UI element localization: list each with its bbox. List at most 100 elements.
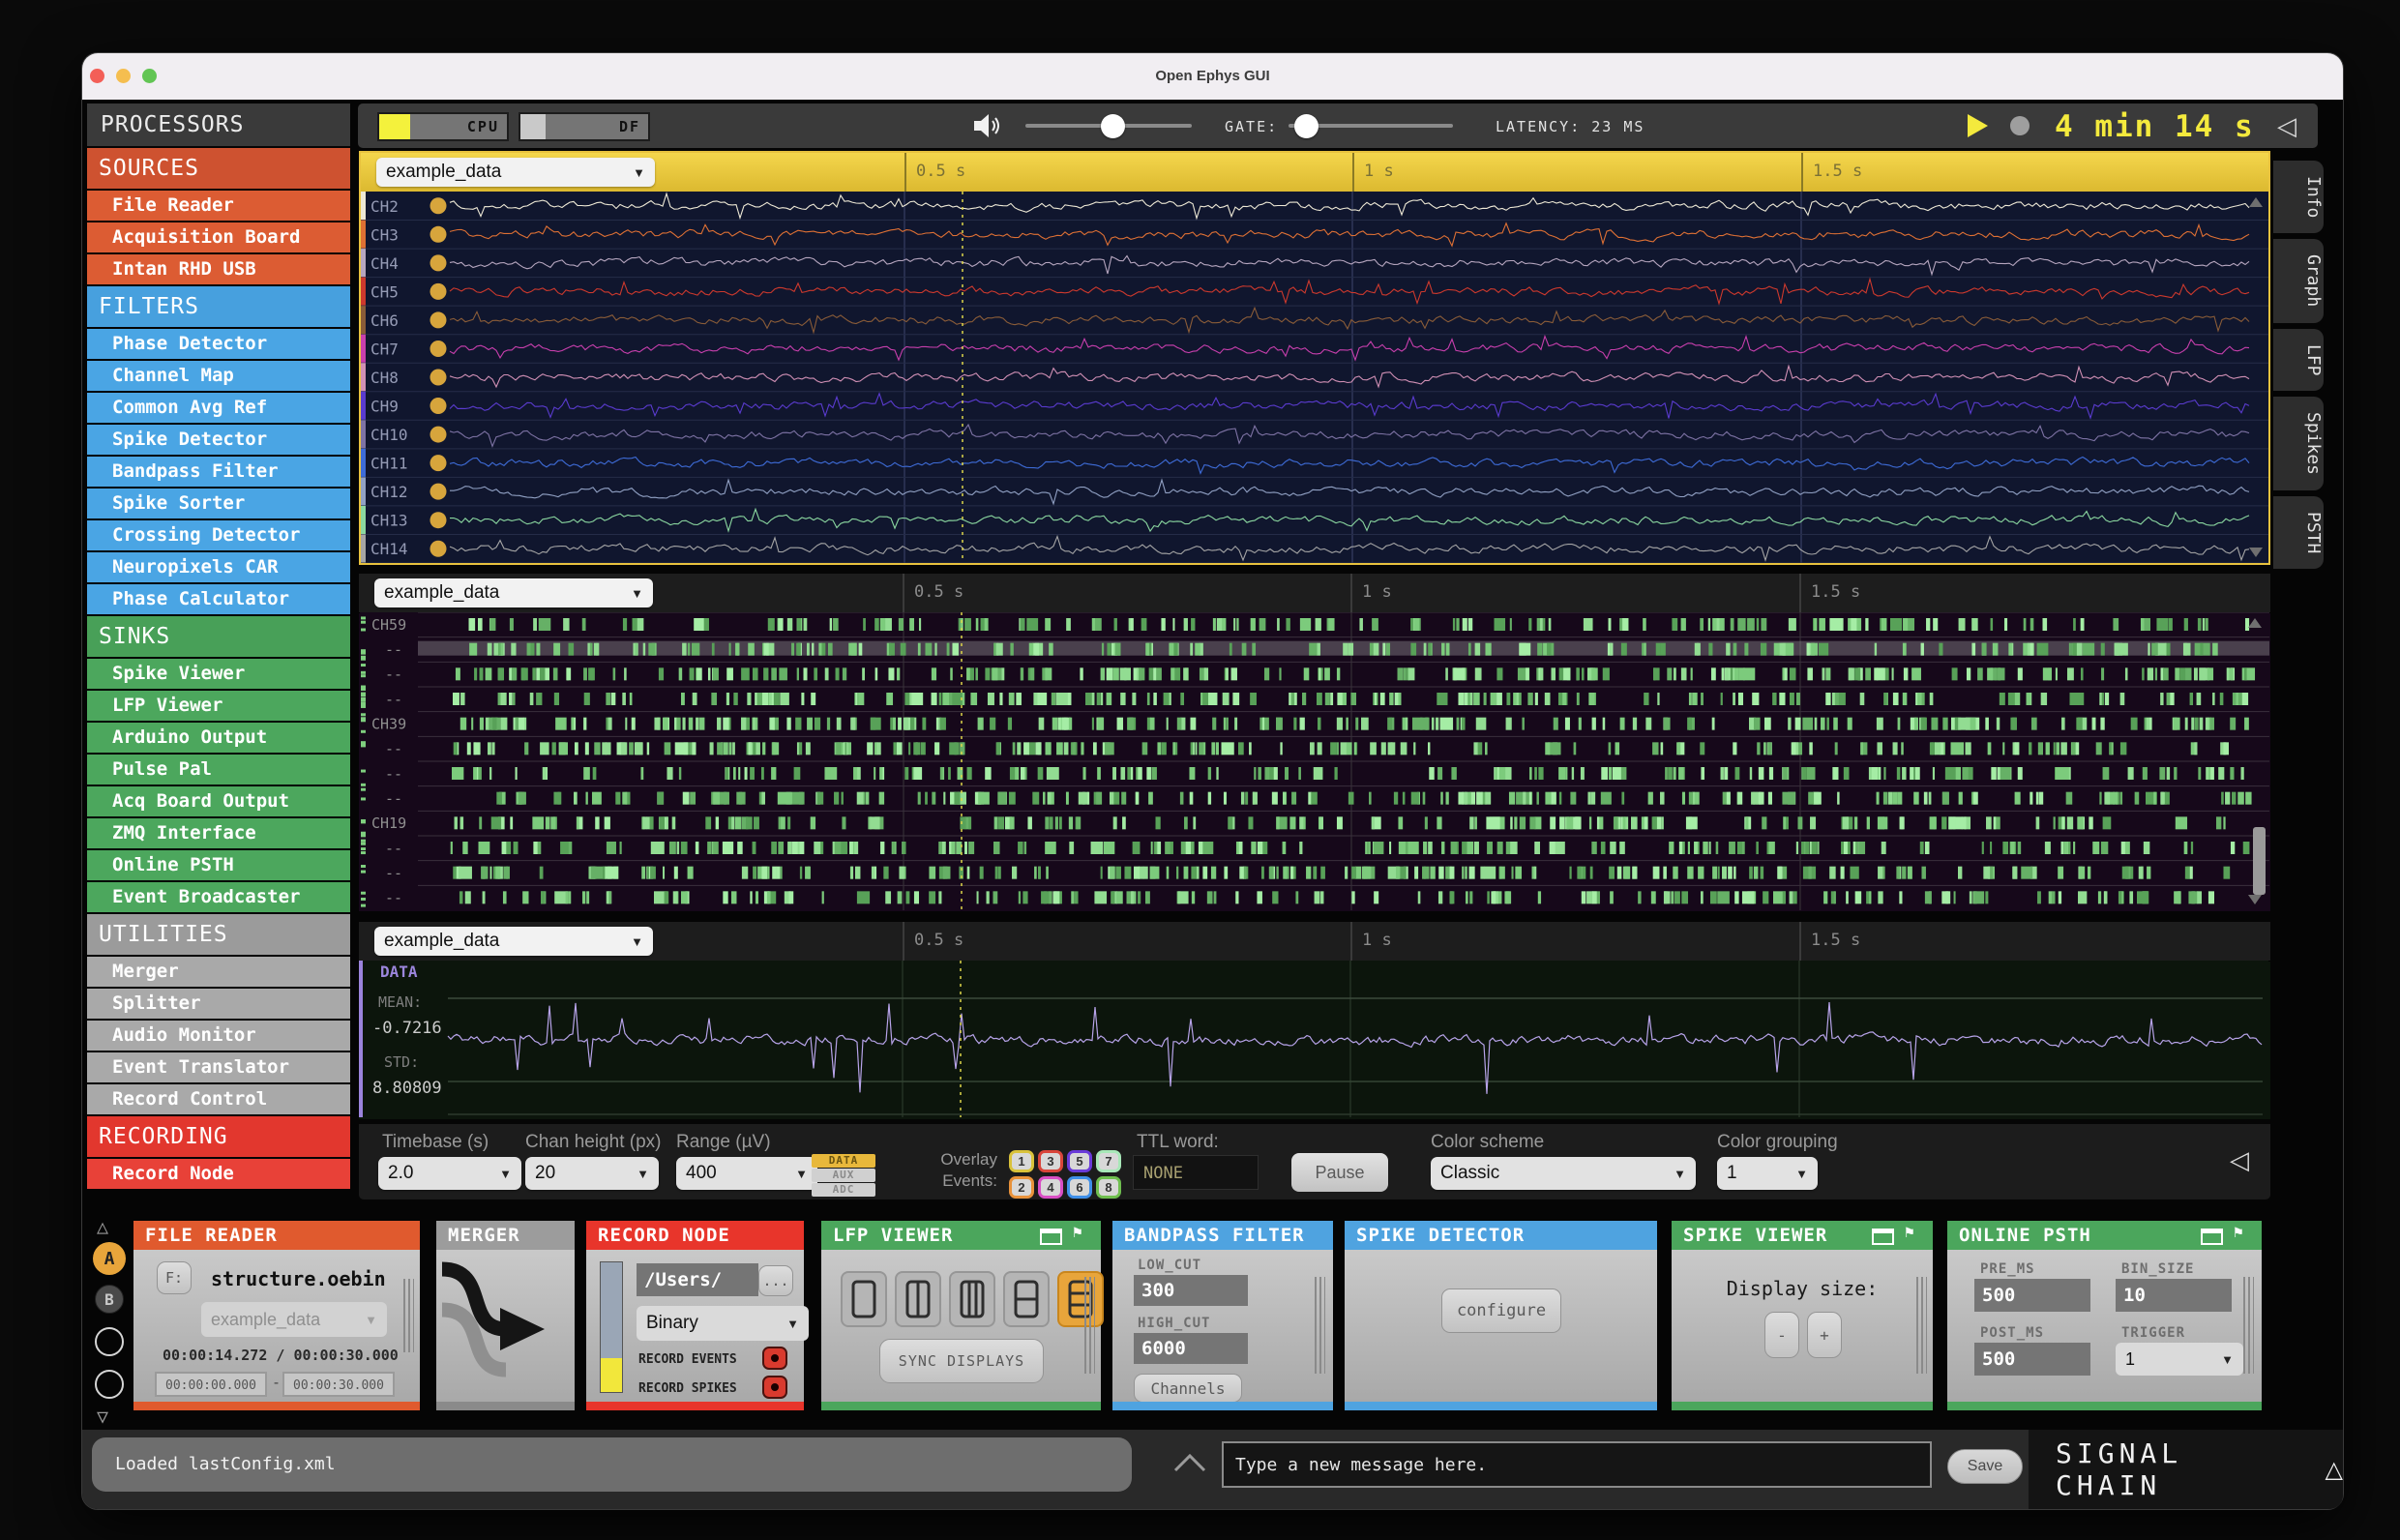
processor-item-bandpass-filter[interactable]: Bandpass Filter [87,457,350,487]
viewer-tab-info[interactable]: Info [2273,161,2324,234]
post-ms-field[interactable]: 500 [1974,1343,2090,1376]
merger-module[interactable]: MERGER [436,1221,575,1410]
audio-monitor-dot[interactable] [430,311,447,329]
processor-item-acq-board-output[interactable]: Acq Board Output [87,786,350,816]
popout-window-icon[interactable] [2201,1229,2223,1245]
trigger-dropdown[interactable]: 1 ▼ [2116,1343,2243,1376]
processor-item-merger[interactable]: Merger [87,957,350,987]
chan-height-dropdown[interactable]: 20 ▼ [525,1157,659,1190]
spike-detector-module[interactable]: SPIKE DETECTOR configure [1345,1221,1657,1410]
scrollbar-thumb[interactable] [2253,827,2266,895]
layout-button-h3[interactable] [1057,1271,1104,1327]
overlay-event-button-5[interactable]: 5 [1067,1150,1092,1172]
bandpass-filter-module[interactable]: BANDPASS FILTER LOW_CUT 300 HIGH_CUT 600… [1112,1221,1333,1410]
processor-item-splitter[interactable]: Splitter [87,989,350,1019]
viewer-tab-psth[interactable]: PSTH [2273,496,2324,570]
audio-monitor-dot[interactable] [430,340,447,357]
processor-item-arduino-output[interactable]: Arduino Output [87,723,350,753]
chain-down-icon[interactable]: ▽ [97,1405,108,1428]
volume-slider-thumb[interactable] [1101,114,1125,138]
signal-chain-tab-empty[interactable] [95,1327,124,1356]
channels-button[interactable]: Channels [1134,1374,1242,1403]
high-cut-field[interactable]: 6000 [1134,1333,1248,1364]
processor-item-phase-calculator[interactable]: Phase Calculator [87,584,350,614]
popout-window-icon[interactable] [1872,1229,1894,1245]
signal-type-button-aux[interactable]: AUX [812,1169,875,1182]
processor-item-record-control[interactable]: Record Control [87,1084,350,1114]
processor-item-channel-map[interactable]: Channel Map [87,361,350,391]
processor-item-spike-viewer[interactable]: Spike Viewer [87,659,350,689]
audio-monitor-dot[interactable] [430,540,447,557]
signal-chain-tab-a[interactable]: A [93,1242,126,1275]
audio-monitor-dot[interactable] [430,512,447,529]
bin-size-field[interactable]: 10 [2116,1279,2232,1312]
processor-item-phase-detector[interactable]: Phase Detector [87,329,350,359]
message-input[interactable] [1222,1441,1932,1488]
file-reader-module[interactable]: FILE READER F: structure.oebin example_d… [133,1221,420,1410]
overlay-event-button-3[interactable]: 3 [1038,1150,1063,1172]
overlay-event-button-6[interactable]: 6 [1067,1176,1092,1199]
module-drag-handle[interactable] [403,1279,414,1352]
display-size-minus-button[interactable]: - [1764,1312,1799,1358]
range-start-field[interactable]: 00:00:00.000 [155,1372,267,1397]
stream-select-dropdown[interactable]: example_data ▼ [376,158,655,187]
overlay-event-button-1[interactable]: 1 [1009,1150,1034,1172]
processor-item-crossing-detector[interactable]: Crossing Detector [87,520,350,550]
processor-item-audio-monitor[interactable]: Audio Monitor [87,1021,350,1051]
gate-slider-thumb[interactable] [1294,114,1319,138]
pin-tab-icon[interactable]: ⚑ [2232,1225,2244,1241]
overlay-event-button-8[interactable]: 8 [1096,1176,1121,1199]
module-drag-handle[interactable] [2243,1277,2254,1374]
pre-ms-field[interactable]: 500 [1974,1279,2090,1312]
dataset-dropdown[interactable]: example_data ▼ [201,1302,387,1337]
processor-item-online-psth[interactable]: Online PSTH [87,850,350,880]
timebase-dropdown[interactable]: 2.0 ▼ [378,1157,521,1190]
stream-select-dropdown[interactable]: example_data ▼ [374,927,653,956]
sync-displays-button[interactable]: SYNC DISPLAYS [879,1339,1044,1383]
collapse-left-icon[interactable]: ◁ [2277,111,2296,141]
processor-item-pulse-pal[interactable]: Pulse Pal [87,755,350,785]
processor-item-spike-sorter[interactable]: Spike Sorter [87,489,350,518]
viewer-tab-spikes[interactable]: Spikes [2273,397,2324,491]
processor-item-acquisition-board[interactable]: Acquisition Board [87,222,350,252]
signal-chain-tab-b[interactable]: B [95,1285,124,1314]
audio-monitor-dot[interactable] [430,225,447,243]
online-psth-module[interactable]: ONLINE PSTH ⚑ PRE_MS 500 BIN_SIZE 10 POS… [1947,1221,2262,1410]
layout-button-v2[interactable] [895,1271,941,1327]
module-drag-handle[interactable] [1916,1277,1927,1374]
color-scheme-dropdown[interactable]: Classic ▼ [1431,1157,1696,1190]
lfp-viewer-module[interactable]: LFP VIEWER ⚑ SYNC DISPLAYS [821,1221,1104,1410]
stream-select-dropdown[interactable]: example_data ▼ [374,578,653,607]
collapse-left-icon[interactable]: ◁ [2230,1145,2249,1175]
spike-viewer-module[interactable]: SPIKE VIEWER ⚑ Display size: - + [1672,1221,1933,1410]
range-dropdown[interactable]: 400 ▼ [676,1157,817,1190]
chain-up-icon[interactable]: △ [97,1215,108,1238]
processor-item-neuropixels-car[interactable]: Neuropixels CAR [87,552,350,582]
audio-monitor-dot[interactable] [430,483,447,500]
signal-type-button-adc[interactable]: ADC [812,1183,875,1197]
record-spikes-toggle[interactable] [762,1376,787,1399]
pause-button[interactable]: Pause [1291,1153,1388,1192]
configure-button[interactable]: configure [1441,1288,1561,1333]
audio-monitor-dot[interactable] [430,282,447,300]
processor-item-intan-rhd-usb[interactable]: Intan RHD USB [87,254,350,284]
overlay-event-button-4[interactable]: 4 [1038,1176,1063,1199]
processor-item-event-broadcaster[interactable]: Event Broadcaster [87,882,350,912]
record-node-module[interactable]: RECORD NODE /Users/ ... Binary ▼ RECORD E… [586,1221,809,1410]
low-cut-field[interactable]: 300 [1134,1275,1248,1306]
processor-item-record-node[interactable]: Record Node [87,1159,350,1189]
display-size-plus-button[interactable]: + [1807,1312,1842,1358]
save-message-button[interactable]: Save [1947,1449,2023,1484]
range-end-field[interactable]: 00:00:30.000 [282,1372,395,1397]
signal-type-button-data[interactable]: DATA [812,1154,875,1168]
record-button[interactable] [2010,116,2030,135]
layout-button-single[interactable] [841,1271,887,1327]
processor-item-zmq-interface[interactable]: ZMQ Interface [87,818,350,848]
audio-monitor-dot[interactable] [430,426,447,443]
audio-monitor-dot[interactable] [430,369,447,386]
record-format-dropdown[interactable]: Binary ▼ [637,1306,809,1341]
record-events-toggle[interactable] [762,1347,787,1370]
processor-item-lfp-viewer[interactable]: LFP Viewer [87,691,350,721]
viewer-tab-graph[interactable]: Graph [2273,239,2324,323]
layout-button-h2[interactable] [1003,1271,1050,1327]
